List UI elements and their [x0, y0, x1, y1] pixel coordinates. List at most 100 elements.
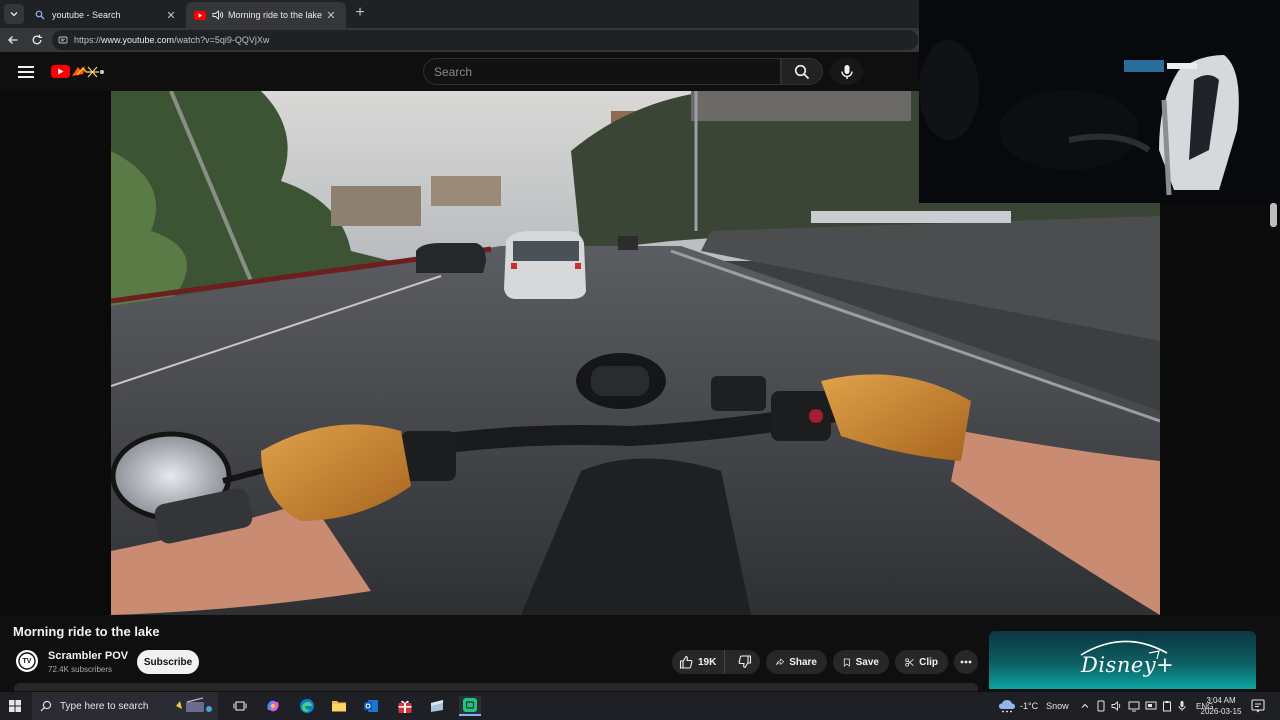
- weather-temperature: -1°C: [1020, 701, 1039, 711]
- youtube-header: Search: [0, 52, 920, 92]
- webcam-overlay: [919, 0, 1280, 203]
- save-button[interactable]: Save: [833, 650, 889, 674]
- scissors-icon: [905, 657, 914, 667]
- app-tile-icon: [463, 698, 477, 712]
- channel-avatar-text: TV: [22, 657, 32, 665]
- more-actions-button[interactable]: [954, 650, 978, 674]
- clock-date: 2026-03-15: [1200, 707, 1242, 716]
- taskbar-search-placeholder: Type here to search: [60, 700, 149, 712]
- taskbar-active-app[interactable]: [459, 696, 481, 716]
- taskbar-gift-app[interactable]: [394, 696, 416, 716]
- share-label: Share: [789, 656, 817, 668]
- search-button[interactable]: [781, 58, 823, 85]
- clip-label: Clip: [919, 656, 938, 668]
- channel-name[interactable]: Scrambler POV: [48, 650, 128, 662]
- folder-icon: [332, 701, 346, 712]
- url-scheme: https://: [74, 35, 102, 45]
- search-input[interactable]: Search: [423, 58, 781, 85]
- close-tab-icon[interactable]: ✕: [324, 9, 338, 22]
- notifications-button[interactable]: [1250, 698, 1266, 714]
- taskbar-edge[interactable]: [296, 696, 318, 716]
- youtube-logo[interactable]: [50, 64, 110, 80]
- tab-title: youtube - Search: [52, 10, 121, 20]
- site-info-icon[interactable]: [58, 35, 68, 45]
- back-button[interactable]: [3, 30, 23, 50]
- taskbar-clock[interactable]: 3:04 AM 2026-03-15: [1198, 695, 1244, 717]
- microphone-icon: [840, 64, 853, 79]
- page-scrollbar[interactable]: [1270, 203, 1277, 227]
- reload-icon: [32, 34, 42, 45]
- task-view-icon: [233, 701, 247, 711]
- save-label: Save: [855, 656, 879, 668]
- taskbar: Type here to search -1°C Snow ENG 3:04 A…: [0, 692, 1280, 720]
- gift-icon: [398, 700, 412, 713]
- weather-condition: Snow: [1046, 701, 1069, 711]
- reload-button[interactable]: [27, 30, 47, 50]
- screen: youtube - Search ✕ Morning ride to the l…: [0, 0, 1280, 720]
- thumbs-down-icon: [738, 655, 752, 669]
- close-tab-icon[interactable]: ✕: [164, 9, 178, 22]
- tab-list-button[interactable]: [4, 4, 24, 24]
- new-tab-button[interactable]: +: [350, 4, 370, 24]
- hamburger-menu-icon[interactable]: [18, 64, 34, 80]
- taskbar-window-app[interactable]: [426, 696, 448, 716]
- ad-brand: Disney+: [1081, 653, 1175, 677]
- search-highlight-icon: [176, 697, 212, 712]
- chevron-down-icon: [10, 12, 18, 17]
- url-path: /watch?v=5qi9-QQVjXw: [174, 35, 270, 45]
- subscriber-count: 72.4K subscribers: [48, 665, 113, 674]
- share-icon: [776, 658, 785, 666]
- windows-logo-icon: [9, 700, 21, 712]
- like-dislike-group: 19K: [672, 650, 760, 674]
- share-button[interactable]: Share: [766, 650, 827, 674]
- dislike-button[interactable]: [730, 650, 760, 674]
- channel-avatar[interactable]: TV: [16, 650, 38, 672]
- network-icon[interactable]: [1128, 700, 1140, 712]
- url-host: www.youtube.com: [101, 35, 175, 45]
- bookmark-icon: [843, 658, 850, 667]
- address-bar[interactable]: https://www.youtube.com/watch?v=5qi9-QQV…: [52, 30, 918, 50]
- task-view-button[interactable]: [229, 696, 251, 716]
- chevron-up-icon[interactable]: [1080, 701, 1090, 711]
- like-button[interactable]: 19K: [672, 650, 726, 674]
- tab-youtube-video[interactable]: Morning ride to the lake - Yo ✕: [186, 2, 346, 28]
- voice-search-button[interactable]: [830, 58, 863, 85]
- taskbar-outlook[interactable]: [360, 696, 382, 716]
- search-icon: [794, 64, 810, 79]
- notification-icon: [1251, 699, 1265, 713]
- disney-plus-ad[interactable]: Disney+: [989, 631, 1256, 689]
- taskbar-search-box[interactable]: Type here to search: [32, 692, 218, 720]
- search-icon: [40, 700, 52, 712]
- start-button[interactable]: [0, 692, 30, 720]
- display-icon[interactable]: [1145, 700, 1157, 712]
- more-horizontal-icon: [960, 660, 972, 664]
- device-icon[interactable]: [1096, 700, 1106, 712]
- youtube-favicon-icon: [194, 9, 206, 21]
- tab-title: Morning ride to the lake - Yo: [228, 10, 324, 20]
- clock-time: 3:04 AM: [1206, 696, 1236, 705]
- taskbar-file-explorer[interactable]: [328, 696, 350, 716]
- webcam-image: [919, 0, 1280, 203]
- subscribe-button[interactable]: Subscribe: [137, 650, 199, 674]
- taskbar-copilot[interactable]: [262, 696, 284, 716]
- copilot-icon: [267, 700, 279, 712]
- url-text: https://www.youtube.com/watch?v=5qi9-QQV…: [74, 35, 269, 45]
- volume-icon[interactable]: [1111, 700, 1123, 712]
- microphone-icon[interactable]: [1177, 700, 1187, 712]
- snow-cloud-icon: [999, 700, 1015, 713]
- arrow-left-icon: [8, 36, 18, 44]
- video-title: Morning ride to the lake: [13, 624, 160, 639]
- description-box[interactable]: [14, 683, 978, 691]
- window-app-icon: [431, 700, 443, 712]
- mail-icon: [364, 700, 378, 712]
- clip-button[interactable]: Clip: [895, 650, 948, 674]
- clipboard-icon[interactable]: [1162, 700, 1172, 712]
- tab-youtube-search[interactable]: youtube - Search ✕: [26, 2, 186, 28]
- edge-browser-icon: [300, 699, 314, 713]
- thumbs-up-icon: [679, 655, 693, 669]
- weather-widget[interactable]: -1°C Snow: [998, 692, 1069, 720]
- speaker-icon[interactable]: [212, 9, 224, 21]
- like-count: 19K: [698, 656, 717, 668]
- search-favicon-icon: [34, 9, 46, 21]
- search-placeholder: Search: [434, 65, 473, 79]
